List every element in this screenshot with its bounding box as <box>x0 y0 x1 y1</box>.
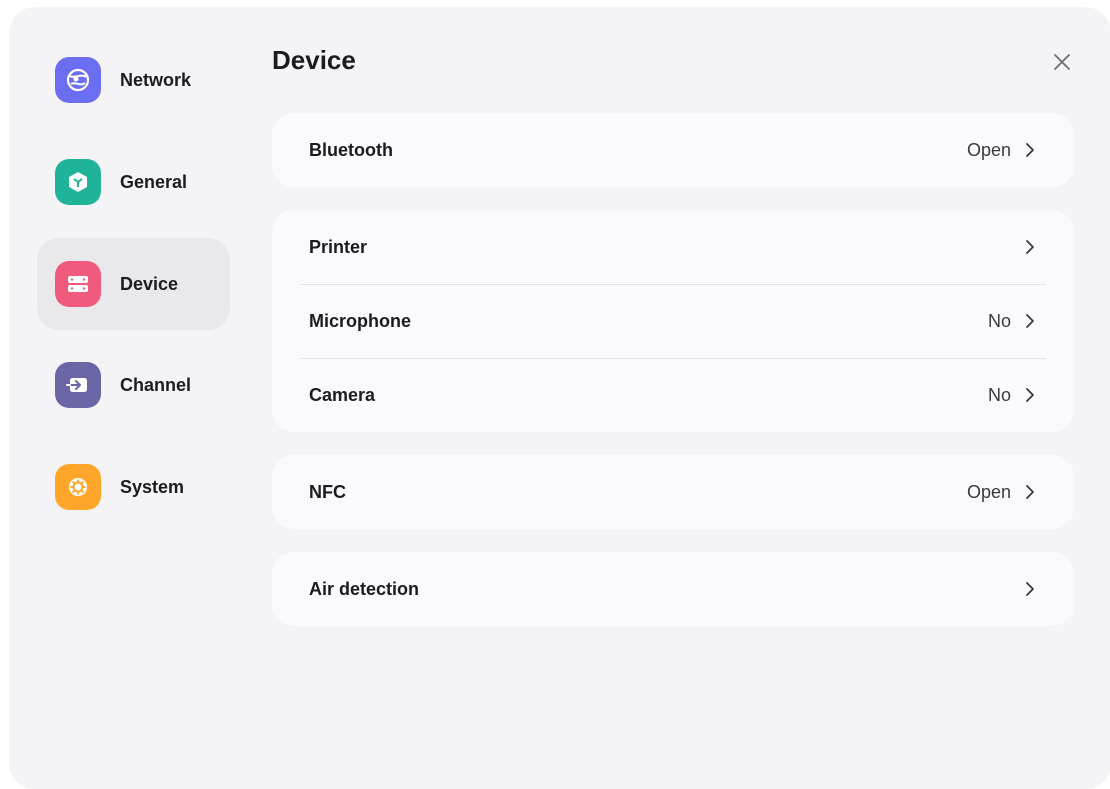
settings-row-nfc[interactable]: NFC Open <box>272 455 1074 529</box>
row-value: Open <box>966 139 1011 160</box>
sidebar-item-general[interactable]: General <box>37 136 230 228</box>
row-label: Microphone <box>309 310 411 331</box>
settings-row-bluetooth[interactable]: Bluetooth Open <box>272 113 1074 187</box>
close-icon <box>1054 54 1070 70</box>
sidebar-item-label: System <box>120 476 185 497</box>
sidebar-item-channel[interactable]: Channel <box>37 339 230 431</box>
chevron-right-icon <box>1023 483 1037 501</box>
settings-card: Air detection <box>272 552 1074 626</box>
system-gear-icon <box>55 464 101 510</box>
sidebar-item-label: Network <box>120 69 192 90</box>
row-label: Camera <box>309 384 376 405</box>
sidebar-item-device[interactable]: Device <box>37 238 230 330</box>
chevron-right-icon <box>1023 386 1037 404</box>
sidebar: Network General Device Channel System <box>9 7 249 789</box>
settings-window: Network General Device Channel System De… <box>9 7 1110 789</box>
general-cube-icon <box>55 159 101 205</box>
settings-row-microphone[interactable]: Microphone No <box>272 284 1074 358</box>
sidebar-item-label: Device <box>120 273 179 294</box>
row-label: Bluetooth <box>309 139 393 160</box>
settings-card: NFC Open <box>272 455 1074 529</box>
channel-input-icon <box>55 362 101 408</box>
network-globe-icon <box>55 57 101 103</box>
row-value: No <box>987 384 1011 405</box>
chevron-right-icon <box>1023 141 1037 159</box>
settings-card: Bluetooth Open <box>272 113 1074 187</box>
settings-row-camera[interactable]: Camera No <box>272 358 1074 432</box>
settings-row-air-detection[interactable]: Air detection <box>272 552 1074 626</box>
settings-card: Printer Microphone No Camera No <box>272 210 1074 432</box>
row-value: Open <box>966 481 1011 502</box>
chevron-right-icon <box>1023 312 1037 330</box>
sidebar-item-label: Channel <box>120 374 192 395</box>
row-value: No <box>987 310 1011 331</box>
close-button[interactable] <box>1051 51 1073 73</box>
device-server-icon <box>55 261 101 307</box>
page-title: Device <box>272 45 356 75</box>
sidebar-item-system[interactable]: System <box>37 441 230 533</box>
row-label: NFC <box>309 481 346 502</box>
row-label: Printer <box>309 236 368 257</box>
chevron-right-icon <box>1023 238 1037 256</box>
sidebar-item-network[interactable]: Network <box>37 34 230 126</box>
sidebar-item-label: General <box>120 171 188 192</box>
settings-row-printer[interactable]: Printer <box>272 210 1074 284</box>
chevron-right-icon <box>1023 580 1037 598</box>
row-label: Air detection <box>309 578 420 599</box>
